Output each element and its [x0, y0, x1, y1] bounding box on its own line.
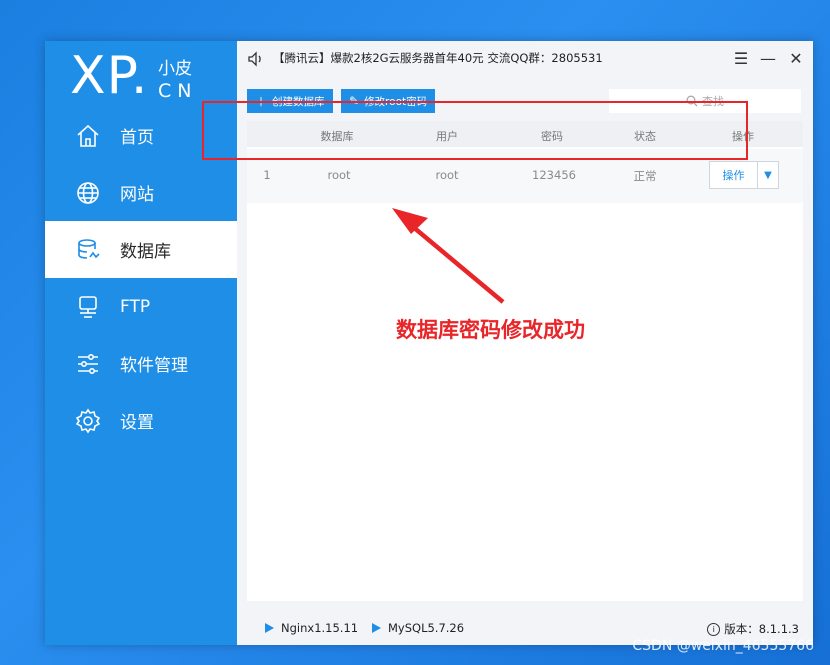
version-label: 版本：8.1.1.3: [724, 622, 799, 636]
database-icon: [75, 237, 101, 263]
nginx-label: Nginx1.15.11: [281, 621, 359, 635]
home-icon: [75, 123, 101, 149]
logo-domain: CN: [158, 80, 198, 102]
database-table: 数据库 用户 密码 状态 操作 1 root root 123456 正常 操作…: [247, 121, 803, 601]
caret-down-icon[interactable]: ▼: [758, 162, 778, 188]
cell-database: root: [327, 168, 351, 182]
version-info: i 版本：8.1.1.3: [707, 621, 799, 637]
sidebar-item-label: 设置: [120, 413, 154, 433]
info-icon: i: [707, 622, 721, 636]
sidebar-item-label: 网站: [120, 185, 154, 205]
speaker-icon: [248, 51, 261, 67]
mysql-status[interactable]: MySQL5.7.26: [372, 621, 464, 635]
nginx-status[interactable]: Nginx1.15.11: [265, 621, 358, 635]
close-button[interactable]: ✕: [785, 47, 807, 69]
sidebar-item-software[interactable]: 软件管理: [45, 335, 237, 392]
logo-main: XP.: [70, 46, 149, 106]
cell-user: root: [435, 168, 459, 182]
watermark: CSDN @weixin_46555766: [632, 638, 814, 654]
globe-icon: [75, 180, 101, 206]
row-index: 1: [263, 168, 271, 182]
annotation-text: 数据库密码修改成功: [396, 318, 585, 342]
play-icon: [265, 623, 274, 633]
row-action-group: 操作 ▼: [709, 161, 779, 189]
logo-cn: 小皮: [158, 59, 192, 79]
sliders-icon: [75, 351, 101, 377]
sidebar-item-ftp[interactable]: FTP: [45, 278, 237, 335]
server-icon: [75, 294, 101, 320]
sidebar-item-label: 软件管理: [120, 356, 188, 376]
gear-icon: [75, 408, 101, 434]
cell-password: 123456: [532, 168, 576, 182]
sidebar-item-database[interactable]: 数据库: [45, 221, 237, 278]
menu-icon[interactable]: ☰: [730, 47, 752, 69]
minimize-button[interactable]: —: [757, 47, 779, 69]
play-icon: [372, 623, 381, 633]
sidebar-item-website[interactable]: 网站: [45, 164, 237, 221]
sidebar-item-label: 数据库: [120, 242, 171, 262]
cell-status: 正常: [633, 169, 657, 183]
mysql-label: MySQL5.7.26: [388, 621, 465, 635]
sidebar-item-label: 首页: [120, 128, 154, 148]
sidebar-item-settings[interactable]: 设置: [45, 392, 237, 449]
sidebar-item-label: FTP: [120, 296, 151, 317]
title-bar: 【腾讯云】爆款2核2G云服务器首年40元 交流QQ群：2805531 ☰ — ✕: [237, 41, 813, 77]
highlight-box: [202, 101, 748, 160]
ad-notice-link[interactable]: 【腾讯云】爆款2核2G云服务器首年40元 交流QQ群：2805531: [273, 50, 603, 66]
row-action-button[interactable]: 操作: [710, 162, 758, 188]
